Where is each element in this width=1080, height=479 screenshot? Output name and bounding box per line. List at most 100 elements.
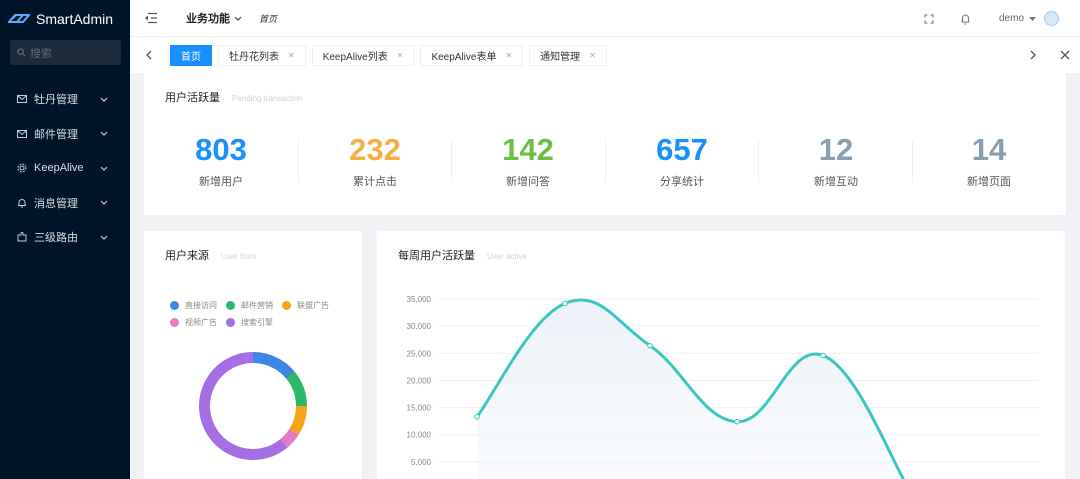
tab-home[interactable]: 首页 — [170, 44, 212, 66]
card-subtitle: User from — [221, 252, 257, 261]
chevron-down-icon — [234, 16, 242, 21]
legend-label: 搜索引擎 — [241, 318, 273, 327]
stat-label: 累计点击 — [353, 176, 397, 188]
stat-label: 新增用户 — [199, 176, 243, 188]
weekly-active-card: 每周用户活跃量 User active 35,000 30,000 25,000 20… — [377, 231, 1065, 479]
user-source-card: 用户来源 User from 直接访问 邮件营销 联盟广告视频广告 搜索引擎 — [144, 231, 362, 479]
close-icon[interactable]: ✕ — [288, 51, 295, 60]
sidebar-item-messages[interactable]: 消息管理 — [0, 186, 130, 221]
stat-item: 12 新增互动 — [759, 133, 913, 189]
sidebar-item-label: 消息管理 — [34, 197, 78, 210]
sidebar-item-routes[interactable]: 三级路由 — [0, 220, 130, 255]
chevron-down-icon — [100, 235, 110, 240]
business-menu-label: 业务功能 — [186, 13, 230, 25]
legend-item[interactable]: 直接访问 — [170, 300, 217, 311]
donut-slice[interactable] — [289, 406, 307, 435]
donut-slice[interactable] — [286, 371, 307, 406]
data-point[interactable] — [820, 352, 826, 359]
stat-value: 14 — [971, 132, 1007, 167]
legend-swatch — [226, 318, 235, 327]
breadcrumb[interactable]: 首页 — [259, 12, 277, 25]
legend-item[interactable]: 联盟广告 — [282, 300, 329, 311]
stat-value: 142 — [502, 132, 554, 167]
legend-item[interactable]: 搜索引擎 — [226, 317, 273, 328]
data-point[interactable] — [474, 414, 480, 420]
legend-swatch — [226, 301, 235, 310]
sidebar-item-mail[interactable]: 邮件管理 — [0, 117, 130, 152]
legend-label: 直接访问 — [185, 301, 217, 310]
card-subtitle: User active — [487, 252, 528, 261]
card-title: 用户来源 — [165, 250, 209, 262]
sidebar-item-peony[interactable]: 牡丹管理 — [0, 82, 130, 117]
sidebar-item-label: 三级路由 — [34, 232, 78, 245]
legend-label: 联盟广告 — [297, 301, 329, 310]
close-icon[interactable]: ✕ — [397, 51, 404, 60]
mail-icon — [17, 95, 29, 104]
stat-item: 803 新增用户 — [144, 133, 298, 189]
stat-item: 14 新增页面 — [912, 133, 1066, 189]
data-point[interactable] — [647, 342, 653, 349]
legend-item[interactable]: 视频广告 — [170, 317, 217, 328]
bell-icon — [17, 198, 29, 208]
legend-swatch — [170, 318, 179, 327]
mail-icon — [17, 129, 29, 138]
chevron-down-icon — [100, 131, 110, 137]
tab-label: 首页 — [181, 51, 201, 63]
chevron-down-icon — [100, 166, 110, 171]
tab-peony-list[interactable]: 牡丹花列表 ✕ — [218, 44, 306, 66]
data-point[interactable] — [562, 300, 568, 307]
chevron-right-icon[interactable] — [1027, 50, 1039, 60]
y-tick-label: 5,000 — [411, 458, 432, 467]
business-menu-dropdown[interactable]: 业务功能 — [186, 10, 242, 26]
search-icon — [17, 48, 26, 57]
line-chart: 35,000 30,000 25,000 20,000 15,000 10,000 5,00… — [407, 295, 1039, 479]
tab-label: KeepAlive列表 — [322, 51, 388, 63]
stat-value: 12 — [818, 132, 854, 167]
tab-notice-manage[interactable]: 通知管理 ✕ — [529, 44, 607, 66]
stat-value: 232 — [349, 132, 401, 167]
donut-slice[interactable] — [253, 352, 295, 379]
card-header: 用户活跃量 Pending transaction — [165, 89, 303, 105]
stat-label: 新增问答 — [506, 176, 550, 188]
y-tick-label: 35,000 — [407, 295, 432, 304]
sidebar-item-label: 邮件管理 — [34, 128, 78, 141]
y-tick-label: 20,000 — [407, 376, 432, 385]
tab-label: KeepAlive表单 — [431, 51, 497, 63]
avatar[interactable] — [1044, 11, 1059, 26]
card-header: 每周用户活跃量 User active — [398, 247, 527, 263]
tab-keepalive-list[interactable]: KeepAlive列表 ✕ — [311, 44, 415, 66]
card-header: 用户来源 User from — [165, 247, 256, 263]
donut-chart — [199, 352, 307, 460]
search-placeholder: 搜索 — [30, 47, 52, 60]
legend-item[interactable]: 邮件营销 — [226, 300, 273, 311]
user-menu[interactable]: demo — [999, 13, 1036, 24]
tab-keepalive-form[interactable]: KeepAlive表单 ✕ — [420, 44, 524, 66]
y-tick-label: 10,000 — [407, 431, 432, 440]
legend-row: 直接访问 邮件营销 联盟广告 — [170, 297, 350, 314]
tab-label: 牡丹花列表 — [229, 51, 279, 63]
app-logo[interactable]: SmartAdmin — [0, 0, 130, 38]
bell-icon[interactable] — [960, 13, 971, 25]
sidebar-item-label: 牡丹管理 — [34, 94, 78, 107]
menu-fold-icon[interactable] — [144, 12, 160, 24]
close-all-tabs-icon[interactable] — [1059, 50, 1071, 60]
card-title: 用户活跃量 — [165, 92, 220, 104]
y-tick-label: 15,000 — [407, 404, 432, 413]
y-tick-label: 25,000 — [407, 349, 432, 358]
sidebar-item-keepalive[interactable]: KeepAlive — [0, 151, 130, 186]
legend-swatch — [282, 301, 291, 310]
chevron-down-icon — [100, 200, 110, 206]
fullscreen-icon[interactable] — [924, 13, 934, 24]
chart-legend: 直接访问 邮件营销 联盟广告视频广告 搜索引擎 — [170, 297, 350, 331]
close-icon[interactable]: ✕ — [589, 51, 596, 60]
legend-label: 视频广告 — [185, 318, 217, 327]
legend-label: 邮件营销 — [241, 301, 273, 310]
top-header: 业务功能 首页 demo — [130, 0, 1080, 37]
sidebar-search-input[interactable]: 搜索 — [10, 40, 121, 65]
data-point[interactable] — [734, 418, 740, 425]
close-icon[interactable]: ✕ — [505, 51, 512, 60]
stat-label: 新增页面 — [967, 176, 1011, 188]
chevron-left-icon[interactable] — [143, 50, 155, 60]
stat-label: 分享统计 — [660, 176, 704, 188]
tab-label: 通知管理 — [540, 51, 581, 63]
